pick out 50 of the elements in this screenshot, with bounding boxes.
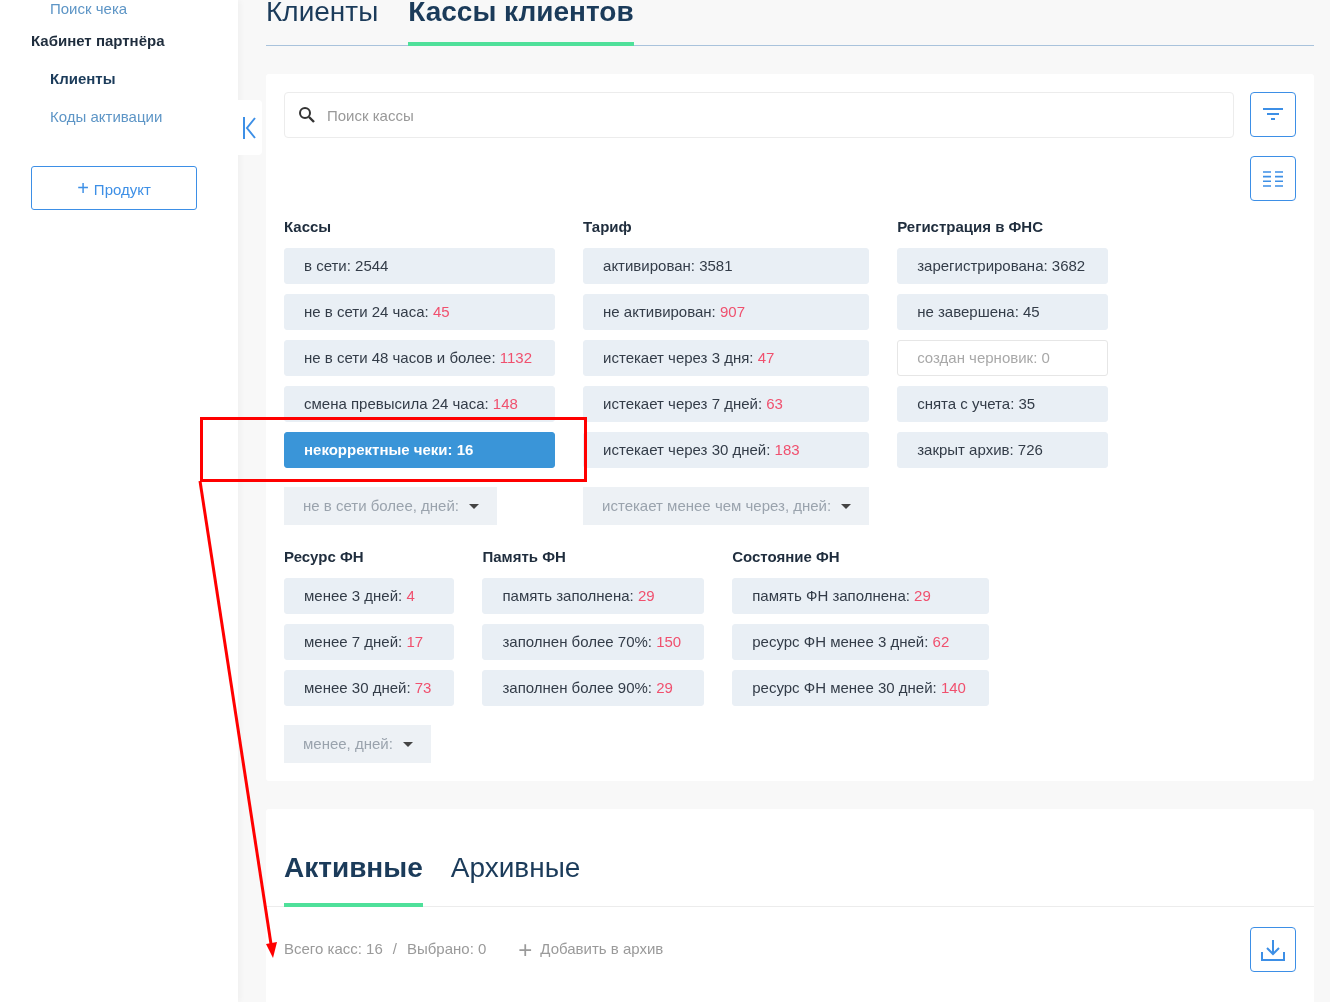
caret-icon bbox=[402, 742, 413, 748]
caret-icon bbox=[841, 504, 852, 510]
filter-chip[interactable]: не в сети 24 часа: 45 bbox=[284, 294, 556, 330]
filter-chip[interactable]: ресурс ФН менее 30 дней: 140 bbox=[732, 670, 989, 706]
filter-chip[interactable]: заполнен более 70%: 150 bbox=[482, 624, 705, 660]
caret-icon bbox=[469, 504, 479, 510]
filter-chip[interactable]: не в сети 48 часов и более: 1132 bbox=[284, 340, 556, 376]
filter-chip[interactable]: не завершена: 45 bbox=[897, 294, 1109, 330]
collapse-icon bbox=[241, 114, 259, 141]
filter-chip[interactable]: истекает через 3 дня: 47 bbox=[583, 340, 870, 376]
filter-button[interactable] bbox=[1250, 92, 1296, 137]
filter-group-title: Регистрация в ФНС bbox=[897, 217, 1045, 237]
plus-icon: + bbox=[518, 939, 533, 960]
total-count: Всего касс: 16 bbox=[284, 939, 383, 960]
filter-chip[interactable]: смена превысила 24 часа: 148 bbox=[284, 386, 556, 422]
filter-group-title: Состояние ФН bbox=[732, 547, 841, 567]
sidebar-link[interactable]: Клиенты bbox=[31, 70, 238, 88]
filter-chip[interactable]: зарегистрирована: 3682 bbox=[897, 248, 1109, 284]
list-icon bbox=[1262, 170, 1284, 187]
filter-chip[interactable]: не активирован: 907 bbox=[583, 294, 870, 330]
selected-count: Выбрано: 0 bbox=[406, 939, 487, 960]
filter-chip[interactable]: память ФН заполнена: 29 bbox=[732, 578, 989, 614]
filter-chip[interactable]: снята с учета: 35 bbox=[897, 386, 1109, 422]
filter-chip[interactable]: истекает через 7 дней: 63 bbox=[583, 386, 870, 422]
filter-chip[interactable]: ресурс ФН менее 3 дней: 62 bbox=[732, 624, 989, 660]
page-tab[interactable]: Клиенты bbox=[266, 0, 379, 46]
filter-chip[interactable]: активирован: 3581 bbox=[583, 248, 870, 284]
columns-view-button[interactable] bbox=[1250, 156, 1296, 201]
filter-chip[interactable]: менее 3 дней: 4 bbox=[284, 578, 455, 614]
filter-chip[interactable]: менее 30 дней: 73 bbox=[284, 670, 455, 706]
filter-chip[interactable]: закрыт архив: 726 bbox=[897, 432, 1109, 468]
list-tab[interactable]: Активные bbox=[284, 839, 423, 907]
filter-chip[interactable]: в сети: 2544 bbox=[284, 248, 556, 284]
filter-chip[interactable]: заполнен более 90%: 29 bbox=[482, 670, 705, 706]
page-tab[interactable]: Кассы клиентов bbox=[408, 0, 634, 46]
filter-chip[interactable]: истекает через 30 дней: 183 bbox=[583, 432, 870, 468]
collapse-sidebar-button[interactable] bbox=[238, 100, 262, 155]
filter-chip[interactable]: память заполнена: 29 bbox=[482, 578, 705, 614]
download-button[interactable] bbox=[1250, 927, 1296, 972]
download-icon bbox=[1260, 937, 1286, 962]
filter-group-title: Тариф bbox=[583, 217, 633, 237]
filter-group-title: Кассы bbox=[284, 217, 333, 237]
filter-icon bbox=[1262, 106, 1284, 123]
list-tab[interactable]: Архивные bbox=[450, 839, 581, 907]
filter-group-title: Ресурс ФН bbox=[284, 547, 365, 567]
filter-chip[interactable]: менее 7 дней: 17 bbox=[284, 624, 455, 660]
filter-group-title: Память ФН bbox=[482, 547, 567, 567]
sidebar-section-title: Кабинет партнёра bbox=[31, 32, 166, 50]
search-field[interactable]: Поиск кассы bbox=[284, 92, 1234, 138]
separator: / bbox=[392, 939, 397, 960]
